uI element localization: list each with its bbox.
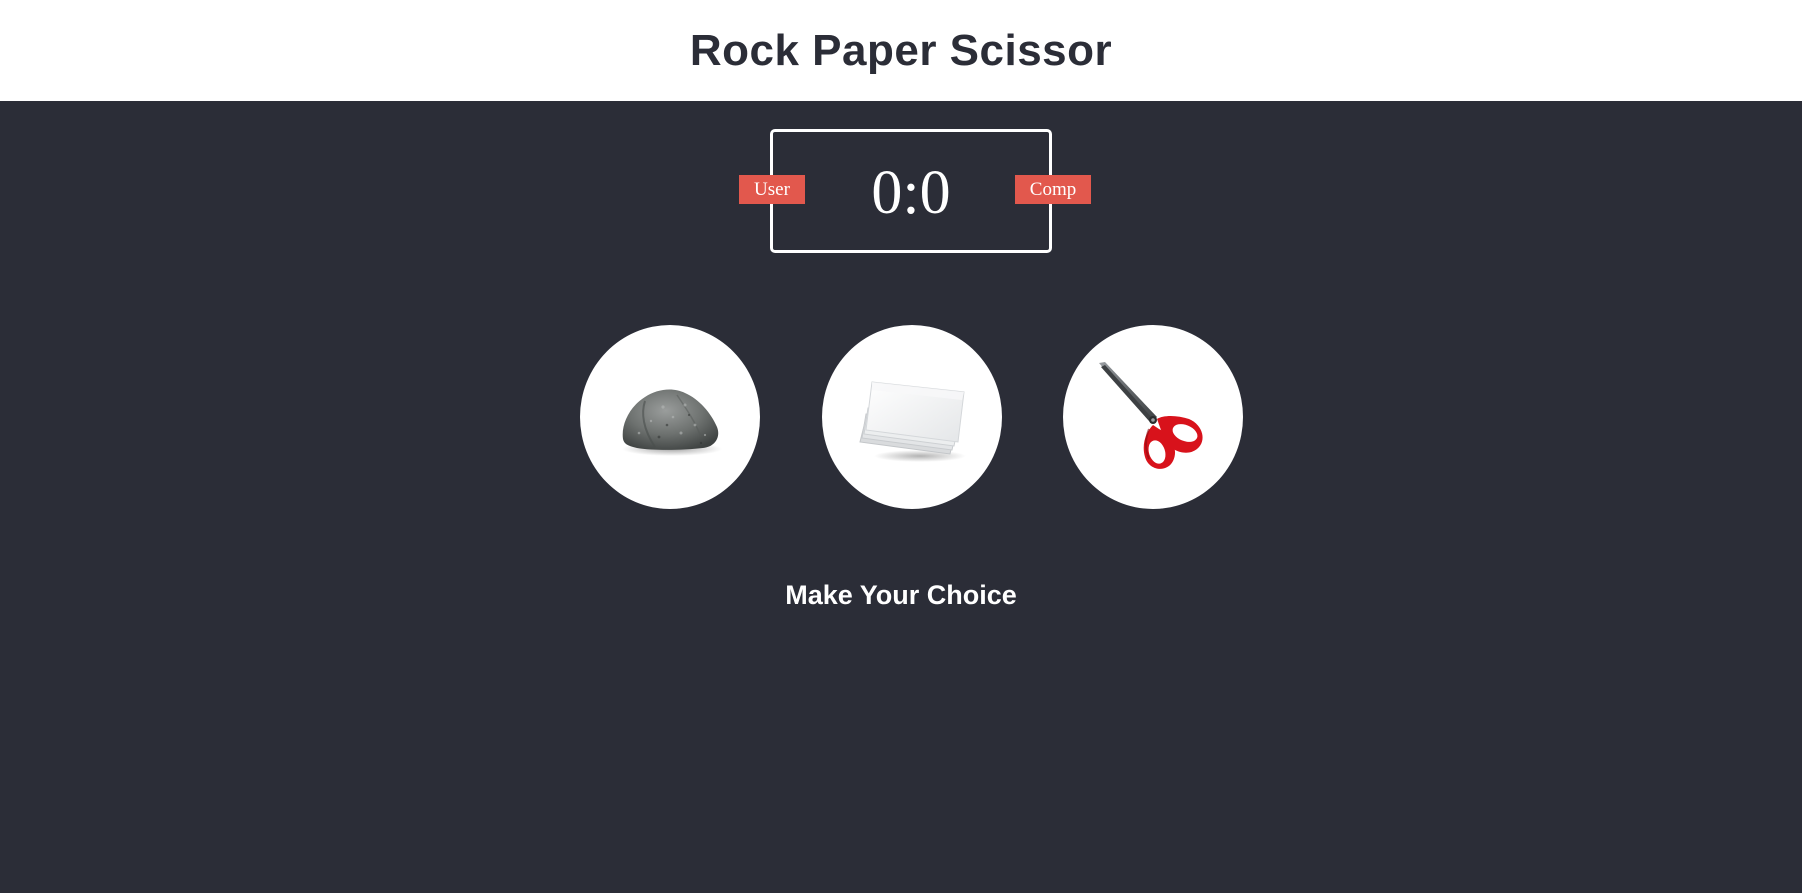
score-display: 0:0 — [871, 159, 951, 227]
rock-choice-button[interactable] — [580, 325, 760, 509]
choices-container — [580, 325, 1243, 509]
status-message: Make Your Choice — [785, 580, 1017, 610]
paper-choice-button[interactable] — [822, 325, 1002, 509]
score-board: 0:0 — [770, 129, 1052, 253]
scissors-choice-button[interactable] — [1063, 325, 1243, 509]
user-badge: User — [739, 175, 805, 204]
scissors-icon — [1099, 362, 1203, 469]
rock-icon — [622, 389, 722, 456]
page-title: Rock Paper Scissor — [689, 25, 1113, 75]
message-container: Make Your Choice — [0, 580, 1802, 611]
page-header: Rock Paper Scissor — [0, 0, 1802, 101]
comp-badge: Comp — [1015, 175, 1091, 204]
paper-icon — [859, 380, 966, 462]
